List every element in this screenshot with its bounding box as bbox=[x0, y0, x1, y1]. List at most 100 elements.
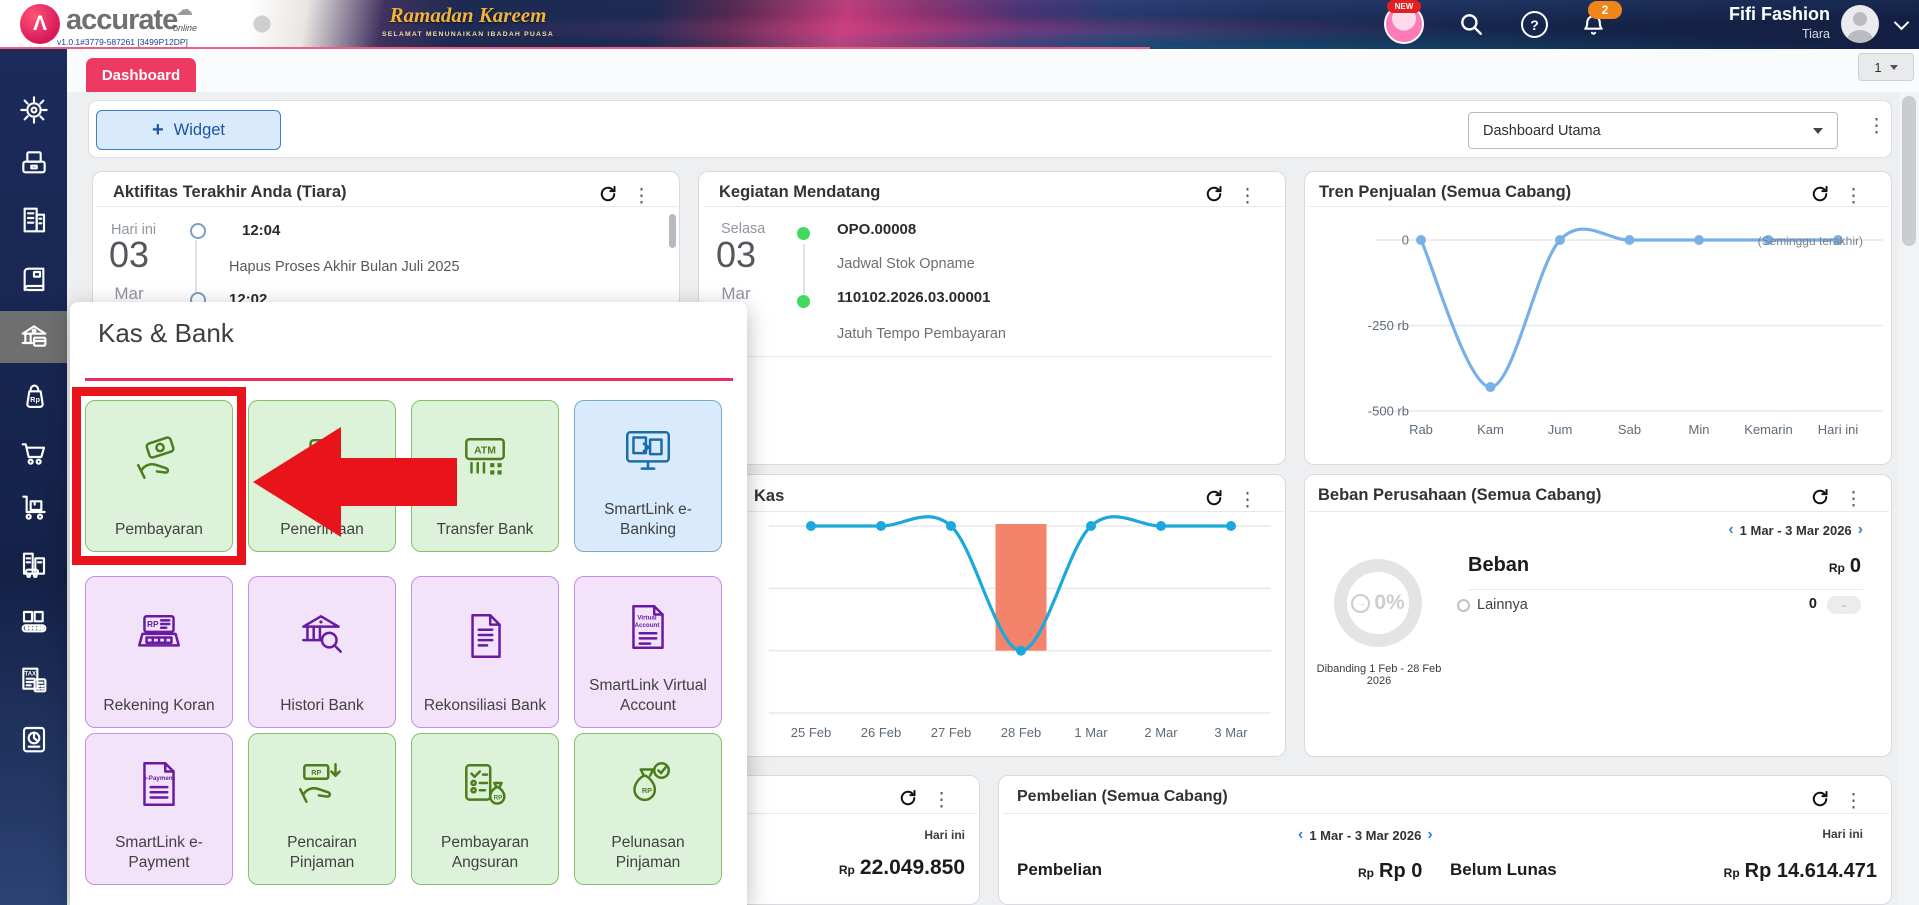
tile-pencairan-pinjaman[interactable]: RP Pencairan Pinjaman bbox=[248, 733, 396, 885]
kebab-menu-button[interactable]: ⋮ bbox=[1238, 187, 1257, 206]
date-range-nav[interactable]: ‹ 1 Mar - 3 Mar 2026 › bbox=[1728, 521, 1863, 539]
beban-label: Beban bbox=[1468, 554, 1530, 576]
day-number: 03 bbox=[715, 234, 757, 275]
sidebar-item-cash-register[interactable] bbox=[0, 137, 67, 189]
new-badge: NEW bbox=[1387, 0, 1421, 13]
ramadan-banner-subtitle: SELAMAT MENUNAIKAN IBADAH PUASA bbox=[382, 31, 554, 38]
svg-text:-250 rb: -250 rb bbox=[1368, 318, 1409, 333]
event-dot bbox=[797, 295, 810, 308]
search-icon[interactable] bbox=[1458, 11, 1484, 42]
panel-actions: ⋮ bbox=[1204, 488, 1257, 513]
event-code[interactable]: 110102.2026.03.00001 bbox=[837, 289, 991, 306]
chevron-right-icon[interactable]: › bbox=[1858, 521, 1863, 539]
legend-label: Lainnya bbox=[1477, 597, 1528, 613]
sidebar-item-sales[interactable]: Rp bbox=[0, 370, 67, 422]
toolbar-kebab-menu-button[interactable]: ⋮ bbox=[1867, 117, 1886, 136]
svg-text:Account: Account bbox=[635, 622, 660, 629]
tile-smartlink-e-banking[interactable]: SmartLink e-Banking bbox=[574, 400, 722, 552]
sidebar-item-gear[interactable] bbox=[0, 84, 67, 136]
arrow-right-icon: → bbox=[1351, 593, 1371, 613]
sidebar-item-tax[interactable]: TAX bbox=[0, 654, 67, 706]
svg-text:Jum: Jum bbox=[1548, 422, 1573, 437]
chevron-right-icon[interactable]: › bbox=[1427, 826, 1432, 844]
panel-title: Kegiatan Mendatang bbox=[719, 183, 881, 201]
chevron-left-icon[interactable]: ‹ bbox=[1728, 521, 1733, 539]
tile-label: Rekening Koran bbox=[103, 696, 215, 714]
tile-pembayaran-angsuran[interactable]: RP Pembayaran Angsuran bbox=[411, 733, 559, 885]
hari-ini-label: Hari ini bbox=[924, 828, 965, 842]
tile-rekening-koran[interactable]: RP Rekening Koran bbox=[85, 576, 233, 728]
tile-smartlink-virtual-account[interactable]: Virtual Account SmartLink Virtual Account bbox=[574, 576, 722, 728]
day-month: Mar bbox=[721, 284, 751, 303]
refresh-icon bbox=[900, 789, 916, 806]
help-icon[interactable]: ? bbox=[1521, 11, 1548, 38]
user-menu-chevron-icon[interactable] bbox=[1893, 14, 1910, 31]
logo-text: accurate bbox=[66, 4, 178, 36]
sidebar-item-bank[interactable] bbox=[0, 311, 67, 363]
sidebar-item-report[interactable] bbox=[0, 714, 67, 766]
user-avatar[interactable] bbox=[1841, 5, 1879, 43]
kebab-menu-button[interactable]: ⋮ bbox=[1238, 491, 1257, 510]
chevron-left-icon[interactable]: ‹ bbox=[1298, 826, 1303, 844]
svg-text:TAX: TAX bbox=[24, 672, 36, 678]
sidebar-item-inventory[interactable] bbox=[0, 482, 67, 534]
sidebar-item-manufacture[interactable] bbox=[0, 596, 67, 648]
svg-text:Hari ini: Hari ini bbox=[1818, 422, 1859, 437]
annotation-highlight-box bbox=[72, 387, 246, 565]
svg-text:26 Feb: 26 Feb bbox=[861, 725, 901, 740]
refresh-icon bbox=[600, 185, 616, 202]
chevron-down-icon bbox=[1813, 127, 1823, 134]
svg-text:Kam: Kam bbox=[1477, 422, 1504, 437]
dashboard-select[interactable]: Dashboard Utama bbox=[1468, 112, 1838, 149]
asset-icon bbox=[22, 552, 45, 579]
svg-text:28 Feb: 28 Feb bbox=[1001, 725, 1041, 740]
tile-pelunasan-pinjaman[interactable]: RP Pelunasan Pinjaman bbox=[574, 733, 722, 885]
refresh-button[interactable] bbox=[898, 788, 918, 813]
inventory-icon bbox=[21, 495, 46, 520]
svg-text:0: 0 bbox=[1402, 233, 1409, 248]
kebab-menu-button[interactable]: ⋮ bbox=[1844, 490, 1863, 509]
entry-time: 12:04 bbox=[242, 222, 281, 239]
event-dot bbox=[797, 227, 810, 240]
date-range: 1 Mar - 3 Mar 2026 bbox=[1739, 522, 1852, 538]
sidebar-item-asset[interactable] bbox=[0, 539, 67, 591]
svg-text:ATM: ATM bbox=[474, 446, 496, 457]
refresh-button[interactable] bbox=[1204, 488, 1224, 513]
sidebar-item-journal[interactable] bbox=[0, 254, 67, 306]
kebab-menu-button[interactable]: ⋮ bbox=[1844, 187, 1863, 206]
sidebar-item-purchase-cart[interactable] bbox=[0, 427, 67, 479]
compare-label: Dibanding 1 Feb - 28 Feb 2026 bbox=[1316, 663, 1442, 687]
add-widget-button[interactable]: + Widget bbox=[96, 110, 281, 150]
chart-subtitle: (Seminggu terakhir) bbox=[1757, 234, 1863, 248]
refresh-button[interactable] bbox=[1810, 487, 1830, 512]
kebab-menu-button[interactable]: ⋮ bbox=[632, 187, 651, 206]
panel-actions: ⋮ bbox=[898, 788, 951, 813]
dashboard-toolbar: + Widget Dashboard Utama ⋮ bbox=[88, 100, 1892, 158]
svg-text:Rp: Rp bbox=[30, 395, 40, 404]
kebab-menu-button[interactable]: ⋮ bbox=[932, 791, 951, 810]
tren-penjualan-chart: 0 -250 rb -500 rbRab Kam Jum Sab Min Kemarin Har… bbox=[1368, 227, 1883, 437]
tab-dashboard[interactable]: Dashboard bbox=[86, 58, 196, 92]
tax-icon: TAX bbox=[21, 667, 46, 693]
svg-text:RP: RP bbox=[311, 768, 321, 777]
event-code[interactable]: OPO.00008 bbox=[837, 221, 916, 238]
refresh-icon bbox=[1812, 488, 1828, 505]
tile-smartlink-e-payment[interactable]: e-Payment SmartLink e-Payment bbox=[85, 733, 233, 885]
panel-title: Pembelian (Semua Cabang) bbox=[1017, 788, 1228, 805]
company-icon bbox=[23, 207, 45, 233]
tile-rekonsiliasi-bank[interactable]: Rekonsiliasi Bank bbox=[411, 576, 559, 728]
purchase-cart-icon bbox=[21, 443, 45, 465]
hari-ini-label: Hari ini bbox=[1822, 827, 1863, 841]
day-number: 03 bbox=[108, 234, 150, 275]
date-range-nav[interactable]: ‹ 1 Mar - 3 Mar 2026 › bbox=[1298, 826, 1433, 844]
kebab-menu-button[interactable]: ⋮ bbox=[1844, 792, 1863, 811]
sidebar-item-company[interactable] bbox=[0, 194, 67, 246]
tile-histori-bank[interactable]: Histori Bank bbox=[248, 576, 396, 728]
panel-scrollbar-thumb[interactable] bbox=[669, 214, 676, 248]
beban-total: Rp 0 bbox=[1828, 555, 1861, 577]
refresh-button[interactable] bbox=[1810, 789, 1830, 814]
svg-text:e-Payment: e-Payment bbox=[143, 774, 174, 781]
page-scrollbar-thumb[interactable] bbox=[1902, 96, 1916, 246]
date-range: 1 Mar - 3 Mar 2026 bbox=[1309, 827, 1422, 843]
page-indicator[interactable]: 1 bbox=[1858, 53, 1914, 81]
